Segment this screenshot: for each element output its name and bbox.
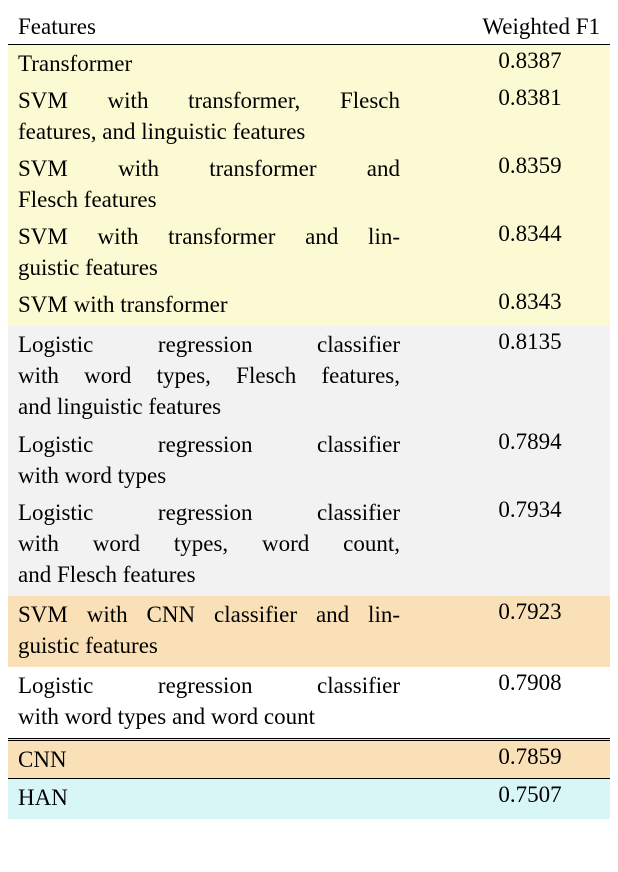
feature-label: SVM with CNN classifier and lin- guistic… [8, 596, 410, 667]
feature-label: SVM with transformer, Flesch features, a… [8, 82, 410, 150]
table-row: SVM with transformer and lin- guistic fe… [8, 218, 610, 286]
feature-label: Logistic regression classifier with word… [8, 667, 410, 740]
f1-value: 0.7923 [410, 596, 610, 667]
table-row: SVM with CNN classifier and lin- guistic… [8, 596, 610, 667]
f1-value: 0.8381 [410, 82, 610, 150]
table-row: Logistic regression classifier with word… [8, 426, 610, 494]
table-header-row: Features Weighted F1 [8, 8, 610, 45]
feature-label: SVM with transformer and lin- guistic fe… [8, 218, 410, 286]
feature-label: HAN [8, 778, 410, 819]
results-table: Features Weighted F1 Transformer 0.8387 … [8, 8, 610, 819]
f1-value: 0.8344 [410, 218, 610, 286]
f1-value: 0.7908 [410, 667, 610, 740]
f1-value: 0.7859 [410, 739, 610, 778]
feature-label: Transformer [8, 45, 410, 83]
table-row: SVM with transformer and Flesch features… [8, 150, 610, 218]
table-row: CNN 0.7859 [8, 739, 610, 778]
feature-label: SVM with transformer [8, 286, 410, 326]
f1-value: 0.7507 [410, 778, 610, 819]
header-features: Features [8, 8, 410, 45]
feature-label: Logistic regression classifier with word… [8, 426, 410, 494]
feature-label: Logistic regression classifier with word… [8, 326, 410, 425]
table-row: SVM with transformer, Flesch features, a… [8, 82, 610, 150]
feature-label: CNN [8, 739, 410, 778]
f1-value: 0.8343 [410, 286, 610, 326]
feature-label: Logistic regression classifier with word… [8, 494, 410, 596]
header-weighted-f1: Weighted F1 [410, 8, 610, 45]
table-row: Logistic regression classifier with word… [8, 326, 610, 425]
f1-value: 0.8135 [410, 326, 610, 425]
table-row: Logistic regression classifier with word… [8, 667, 610, 740]
f1-value: 0.7934 [410, 494, 610, 596]
feature-label: SVM with transformer and Flesch features [8, 150, 410, 218]
table-row: SVM with transformer 0.8343 [8, 286, 610, 326]
table-row: HAN 0.7507 [8, 778, 610, 819]
f1-value: 0.8359 [410, 150, 610, 218]
f1-value: 0.8387 [410, 45, 610, 83]
f1-value: 0.7894 [410, 426, 610, 494]
table-row: Transformer 0.8387 [8, 45, 610, 83]
table-row: Logistic regression classifier with word… [8, 494, 610, 596]
